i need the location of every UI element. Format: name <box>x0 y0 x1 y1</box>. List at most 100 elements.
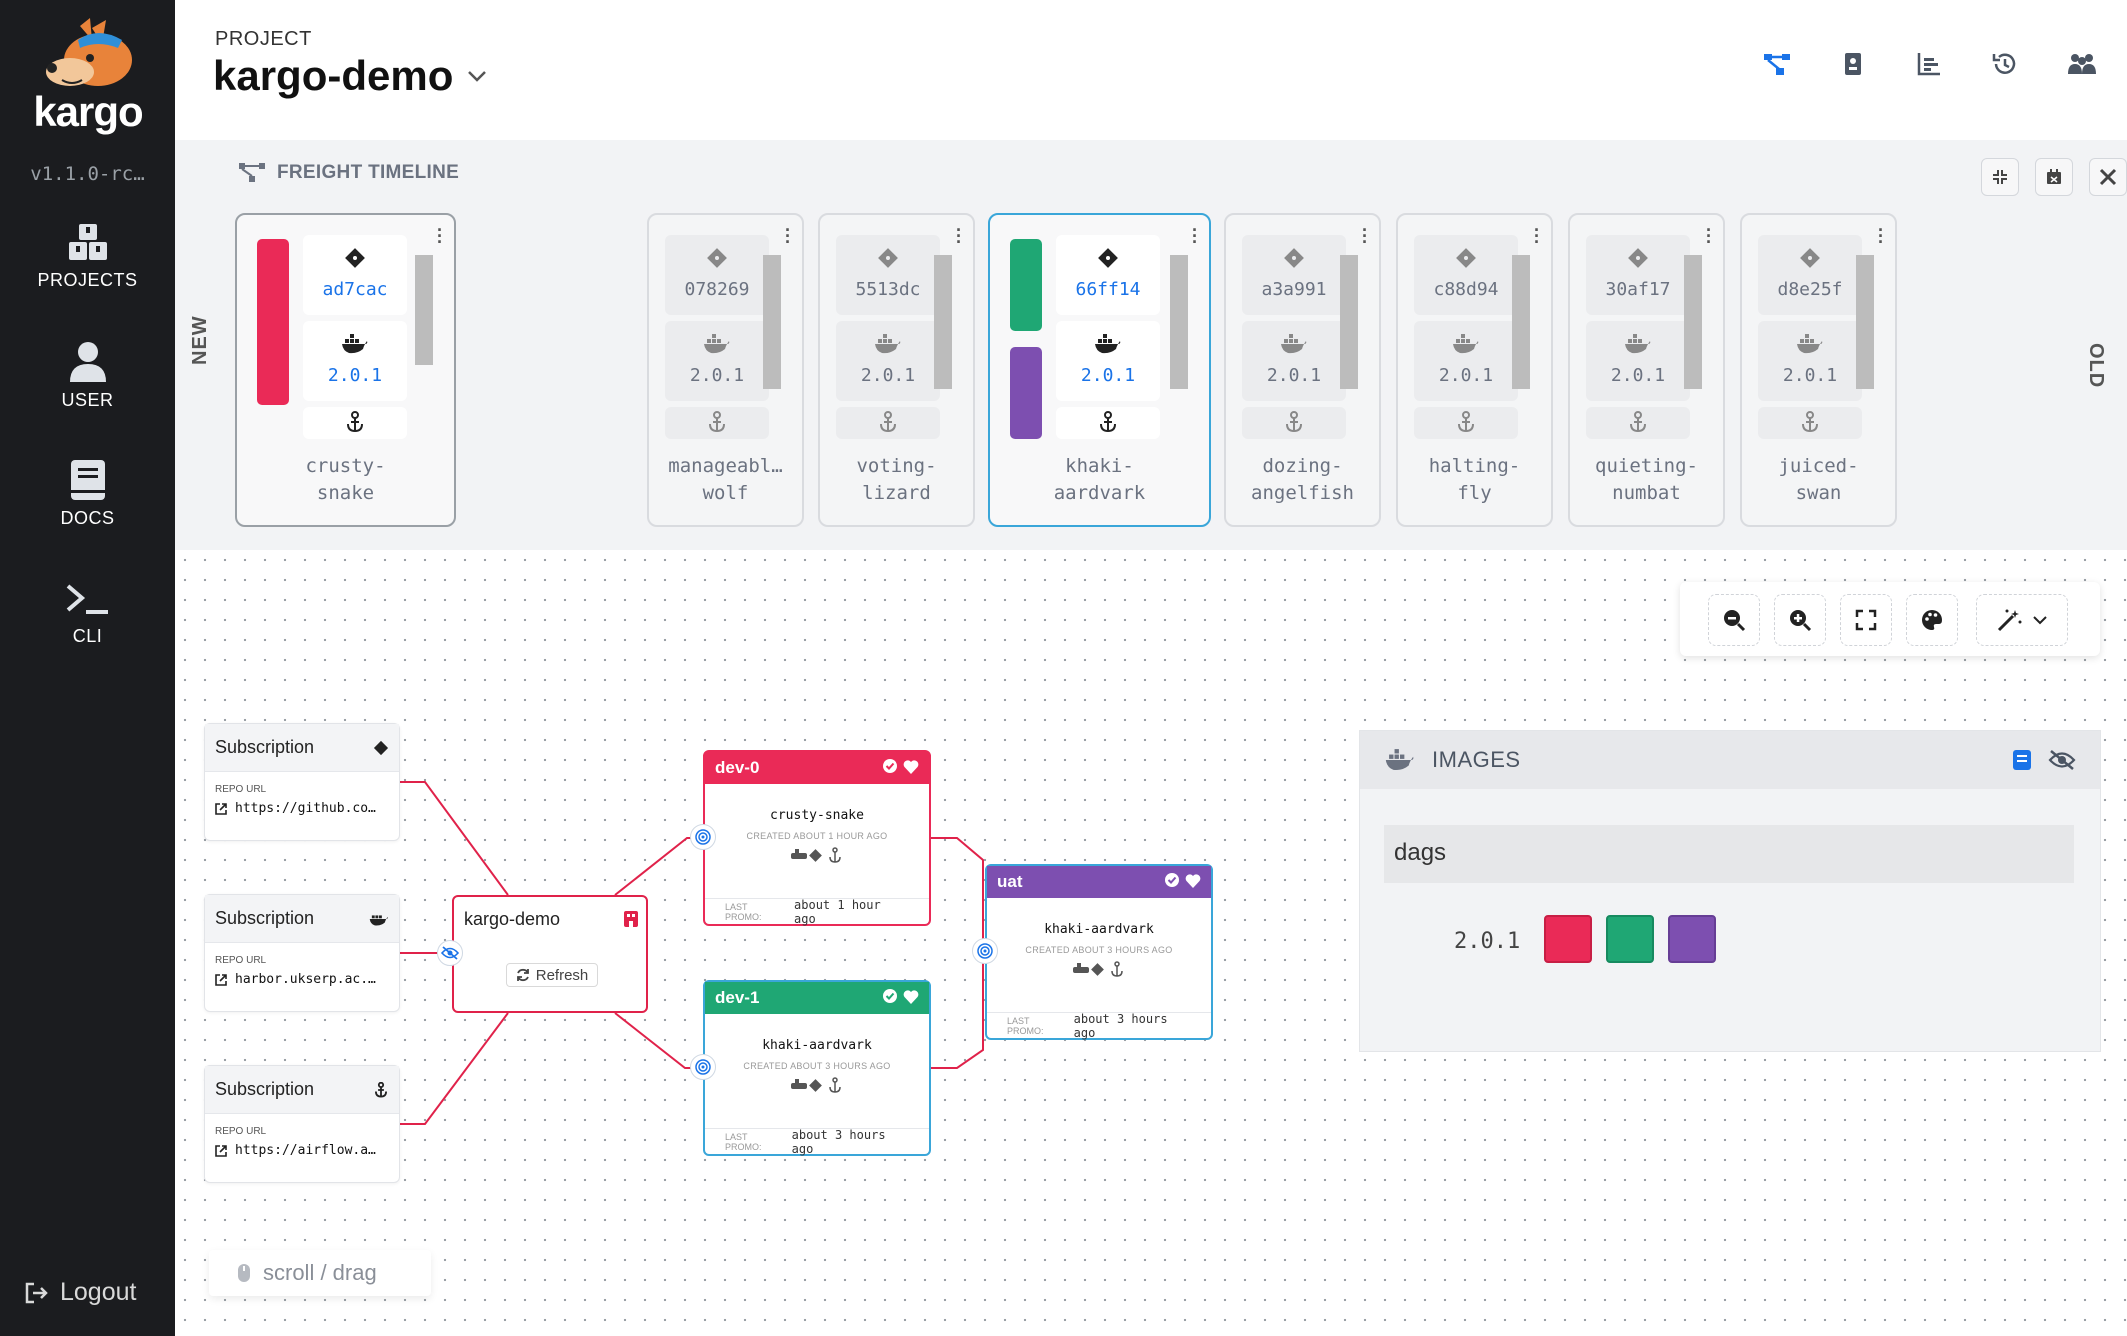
zoom-out-icon[interactable] <box>1708 594 1760 646</box>
commit-chip[interactable]: c88d94 <box>1414 235 1518 315</box>
freight-card[interactable]: c88d94 2.0.1 · · · halting-fly <box>1396 213 1553 527</box>
chart-chip[interactable] <box>665 407 769 439</box>
image-chip[interactable]: 2.0.1 <box>303 321 407 401</box>
zoom-in-icon[interactable] <box>1774 594 1826 646</box>
kebab-menu-icon[interactable]: · · · <box>1362 221 1368 251</box>
image-chip[interactable]: 2.0.1 <box>836 321 940 401</box>
cli-icon <box>66 584 108 614</box>
kebab-menu-icon[interactable]: · · · <box>1534 221 1540 251</box>
pipeline-icon[interactable] <box>1763 50 1791 78</box>
chart-chip[interactable] <box>303 407 407 439</box>
image-chip[interactable]: 2.0.1 <box>1414 321 1518 401</box>
tools-icon[interactable] <box>2089 158 2127 196</box>
commit-chip[interactable]: 30af17 <box>1586 235 1690 315</box>
chart-chip[interactable] <box>836 407 940 439</box>
hide-subscriptions-toggle[interactable] <box>437 940 463 966</box>
stage-node-uat[interactable]: uat khaki-aardvark CREATED ABOUT 3 HOURS… <box>985 864 1213 1040</box>
stage-last-promo: LAST PROMO: about 1 hour ago <box>705 898 929 926</box>
kebab-menu-icon[interactable]: · · · <box>437 221 443 251</box>
commit-id: 66ff14 <box>1075 279 1141 300</box>
git-icon <box>1456 248 1476 268</box>
collapse-icon[interactable] <box>1981 158 2019 196</box>
magic-layout-dropdown[interactable] <box>1976 594 2068 646</box>
promote-target[interactable] <box>690 824 716 850</box>
stage-node-dev-1[interactable]: dev-1 khaki-aardvark CREATED ABOUT 3 HOU… <box>703 980 931 1156</box>
nav-projects[interactable]: PROJECTS <box>0 224 175 291</box>
helm-icon <box>1630 411 1646 433</box>
chart-chip[interactable] <box>1414 407 1518 439</box>
nav-docs[interactable]: DOCS <box>0 460 175 529</box>
calendar-icon[interactable] <box>2035 158 2073 196</box>
verified-icon <box>883 758 898 773</box>
nav-user[interactable]: USER <box>0 342 175 411</box>
subscription-node[interactable]: Subscription REPO URL harbor.ukserp.ac.… <box>204 894 400 1012</box>
subscription-node[interactable]: Subscription REPO URL https://github.co… <box>204 723 400 841</box>
chart-chip[interactable] <box>1056 407 1160 439</box>
kebab-menu-icon[interactable]: · · · <box>1706 221 1712 251</box>
analysis-icon[interactable] <box>1839 50 1867 78</box>
image-chip[interactable]: 2.0.1 <box>1242 321 1346 401</box>
scrollbar[interactable] <box>1340 255 1358 389</box>
image-name-row[interactable]: dags <box>1384 825 2074 883</box>
commit-chip[interactable]: d8e25f <box>1758 235 1862 315</box>
kebab-menu-icon[interactable]: · · · <box>1192 221 1198 251</box>
kebab-menu-icon[interactable]: · · · <box>785 221 791 251</box>
freight-card[interactable]: 30af17 2.0.1 · · · quieting-numbat <box>1568 213 1725 527</box>
freight-card[interactable]: a3a991 2.0.1 · · · dozing-angelfish <box>1224 213 1381 527</box>
promote-target[interactable] <box>690 1054 716 1080</box>
freight-card[interactable]: d8e25f 2.0.1 · · · juiced-swan <box>1740 213 1897 527</box>
commit-chip[interactable]: a3a991 <box>1242 235 1346 315</box>
freight-card[interactable]: 66ff14 2.0.1 · · · khaki-aardvark <box>988 213 1211 527</box>
commit-chip[interactable]: 5513dc <box>836 235 940 315</box>
repo-url-link[interactable]: harbor.ukserp.ac.… <box>215 972 399 987</box>
roles-icon[interactable] <box>2067 50 2096 78</box>
project-selector[interactable]: kargo-demo <box>213 52 487 100</box>
scrollbar[interactable] <box>1170 255 1188 389</box>
repo-url-link[interactable]: https://airflow.a… <box>215 1143 399 1158</box>
scrollbar[interactable] <box>934 255 952 389</box>
kargo-logo[interactable]: kargo <box>18 18 158 138</box>
scrollbar[interactable] <box>763 255 781 389</box>
chart-icon[interactable] <box>1915 50 1943 78</box>
commit-chip[interactable]: 078269 <box>665 235 769 315</box>
commit-chip[interactable]: ad7cac <box>303 235 407 315</box>
freight-card[interactable]: 5513dc 2.0.1 · · · voting-lizard <box>818 213 975 527</box>
image-chip[interactable]: 2.0.1 <box>665 321 769 401</box>
stage-name: uat <box>997 872 1023 891</box>
chart-chip[interactable] <box>1758 407 1862 439</box>
fit-view-icon[interactable] <box>1840 594 1892 646</box>
chart-chip[interactable] <box>1586 407 1690 439</box>
scrollbar[interactable] <box>415 255 433 365</box>
stage-swatch-uat[interactable] <box>1668 915 1716 963</box>
git-icon <box>707 248 727 268</box>
image-chip[interactable]: 2.0.1 <box>1758 321 1862 401</box>
book-icon[interactable] <box>2012 749 2032 771</box>
image-chip[interactable]: 2.0.1 <box>1056 321 1160 401</box>
eye-slash-icon[interactable] <box>2048 749 2076 771</box>
subscription-node[interactable]: Subscription REPO URL https://airflow.a… <box>204 1065 400 1183</box>
scrollbar[interactable] <box>1684 255 1702 389</box>
stage-swatch-dev-1[interactable] <box>1606 915 1654 963</box>
image-chip[interactable]: 2.0.1 <box>1586 321 1690 401</box>
commit-chip[interactable]: 66ff14 <box>1056 235 1160 315</box>
kebab-menu-icon[interactable]: · · · <box>956 221 962 251</box>
palette-icon[interactable] <box>1906 594 1958 646</box>
warehouse-node[interactable]: kargo-demo Refresh <box>452 895 648 1013</box>
history-icon[interactable] <box>1991 50 2019 78</box>
logout-button[interactable]: Logout <box>24 1278 136 1307</box>
kebab-menu-icon[interactable]: · · · <box>1878 221 1884 251</box>
stage-node-dev-0[interactable]: dev-0 crusty-snake CREATED ABOUT 1 HOUR … <box>703 750 931 926</box>
refresh-button[interactable]: Refresh <box>506 963 598 987</box>
chart-chip[interactable] <box>1242 407 1346 439</box>
nav-cli[interactable]: CLI <box>0 582 175 647</box>
scrollbar[interactable] <box>1856 255 1874 389</box>
scrollbar[interactable] <box>1512 255 1530 389</box>
docker-icon <box>342 334 368 354</box>
freight-card[interactable]: ad7cac 2.0.1 · · · crusty-snake <box>235 213 456 527</box>
promote-target[interactable] <box>972 938 998 964</box>
freight-card[interactable]: 078269 2.0.1 · · · manageabl… wolf <box>647 213 804 527</box>
pipeline-canvas[interactable]: Subscription REPO URL https://github.co…… <box>175 550 2127 1336</box>
stage-swatch-dev-0[interactable] <box>1544 915 1592 963</box>
repo-url-label: REPO URL <box>215 1126 267 1137</box>
repo-url-link[interactable]: https://github.co… <box>215 801 399 816</box>
